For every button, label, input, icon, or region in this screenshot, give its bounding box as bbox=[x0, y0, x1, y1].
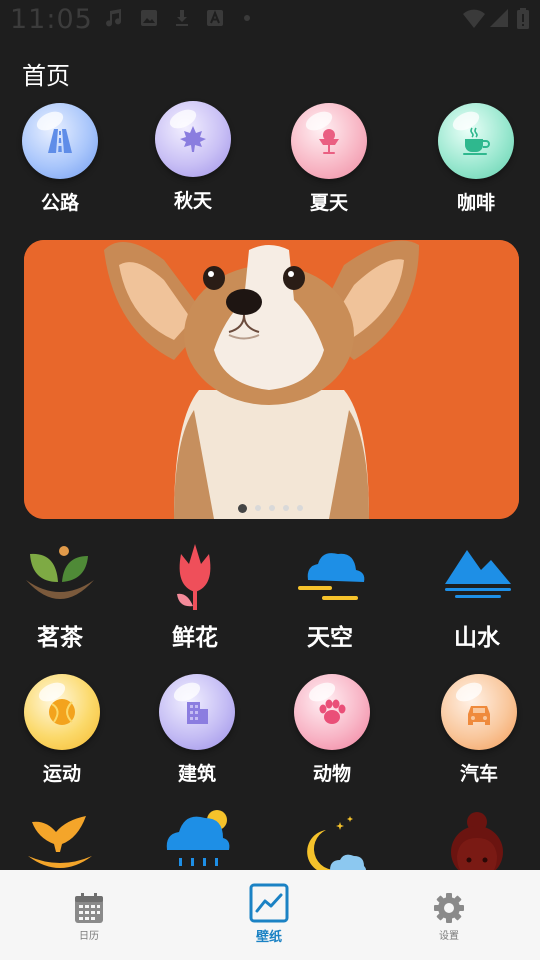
category-road-label: 公路 bbox=[40, 192, 79, 214]
category-road-bubble bbox=[22, 103, 98, 179]
category-sports-label: 运动 bbox=[42, 763, 81, 785]
corgi-puppy-photo bbox=[24, 240, 519, 519]
road-icon bbox=[48, 129, 72, 153]
category-coffee-label: 咖啡 bbox=[456, 192, 495, 214]
gear-icon bbox=[434, 893, 464, 923]
ice-cream-icon bbox=[319, 129, 339, 154]
category-sky-label: 天空 bbox=[307, 625, 353, 651]
category-car-label: 汽车 bbox=[459, 763, 498, 785]
category-tea[interactable]: 茗茶 bbox=[0, 536, 120, 652]
tennis-ball-icon bbox=[49, 699, 75, 725]
category-coffee-bubble bbox=[438, 103, 514, 179]
car-icon bbox=[468, 706, 490, 725]
font-a-icon bbox=[207, 10, 223, 26]
category-animal[interactable]: 动物 bbox=[272, 674, 392, 786]
coffee-cup-icon bbox=[463, 127, 490, 155]
nav-settings[interactable]: 设置 bbox=[389, 870, 509, 960]
pager-dot bbox=[283, 505, 289, 511]
status-bar: 11:05 bbox=[0, 0, 540, 40]
category-sports-bubble bbox=[24, 674, 100, 750]
category-autumn[interactable]: 秋天 bbox=[133, 101, 253, 213]
nav-settings-label: 设置 bbox=[439, 931, 459, 942]
battery-icon bbox=[517, 8, 529, 29]
category-animal-bubble bbox=[294, 674, 370, 750]
nav-calendar[interactable]: 日历 bbox=[29, 870, 149, 960]
paw-icon bbox=[319, 699, 346, 724]
bottom-nav: 日历 壁纸 设置 bbox=[0, 870, 540, 960]
category-car[interactable]: 汽车 bbox=[419, 674, 539, 786]
category-architecture[interactable]: 建筑 bbox=[137, 674, 257, 786]
category-coffee[interactable]: 咖啡 bbox=[416, 103, 536, 215]
pager-dot bbox=[297, 505, 303, 511]
category-summer-label: 夏天 bbox=[309, 192, 348, 214]
mountain-water-icon bbox=[445, 550, 511, 598]
tulip-icon bbox=[177, 544, 211, 610]
category-sky[interactable]: 天空 bbox=[270, 536, 390, 652]
category-architecture-label: 建筑 bbox=[177, 763, 216, 785]
page-title: 首页 bbox=[22, 62, 70, 90]
category-flower-label: 鲜花 bbox=[172, 625, 218, 651]
status-time: 11:05 bbox=[10, 4, 93, 35]
category-summer-bubble bbox=[291, 103, 367, 179]
category-tea-label: 茗茶 bbox=[37, 625, 83, 651]
category-sports[interactable]: 运动 bbox=[2, 674, 122, 786]
music-note-icon bbox=[106, 9, 122, 27]
maple-leaf-icon bbox=[180, 126, 206, 152]
pager-dot bbox=[269, 505, 275, 511]
download-icon bbox=[176, 10, 188, 26]
home-screen: 11:05 首页 公路 秋天 夏天 咖啡 茗茶 鲜花 天空 山水 运动 建筑 动… bbox=[0, 0, 540, 960]
category-car-bubble bbox=[441, 674, 517, 750]
wallpaper-chart-icon bbox=[249, 883, 289, 923]
pager-dot-active bbox=[238, 504, 247, 513]
notification-dot-icon bbox=[244, 15, 250, 21]
nav-wallpaper-label: 壁纸 bbox=[255, 930, 282, 945]
pager-dot bbox=[255, 505, 261, 511]
wifi-icon bbox=[463, 9, 485, 28]
banner-carousel[interactable] bbox=[24, 240, 519, 519]
calendar-icon bbox=[75, 893, 103, 923]
category-landscape-label: 山水 bbox=[454, 625, 500, 651]
cloud-icon bbox=[298, 553, 365, 600]
tea-leaf-icon bbox=[26, 546, 94, 599]
category-summer[interactable]: 夏天 bbox=[269, 103, 389, 215]
signal-icon bbox=[490, 9, 508, 27]
category-road[interactable]: 公路 bbox=[0, 103, 120, 215]
image-icon bbox=[141, 10, 157, 26]
category-architecture-bubble bbox=[159, 674, 235, 750]
category-landscape[interactable]: 山水 bbox=[417, 536, 537, 652]
category-flower[interactable]: 鲜花 bbox=[135, 536, 255, 652]
nav-calendar-label: 日历 bbox=[79, 931, 99, 942]
category-autumn-label: 秋天 bbox=[173, 190, 212, 212]
nav-wallpaper[interactable]: 壁纸 bbox=[209, 870, 329, 960]
building-icon bbox=[187, 702, 208, 724]
category-animal-label: 动物 bbox=[312, 763, 351, 785]
category-autumn-bubble bbox=[155, 101, 231, 177]
